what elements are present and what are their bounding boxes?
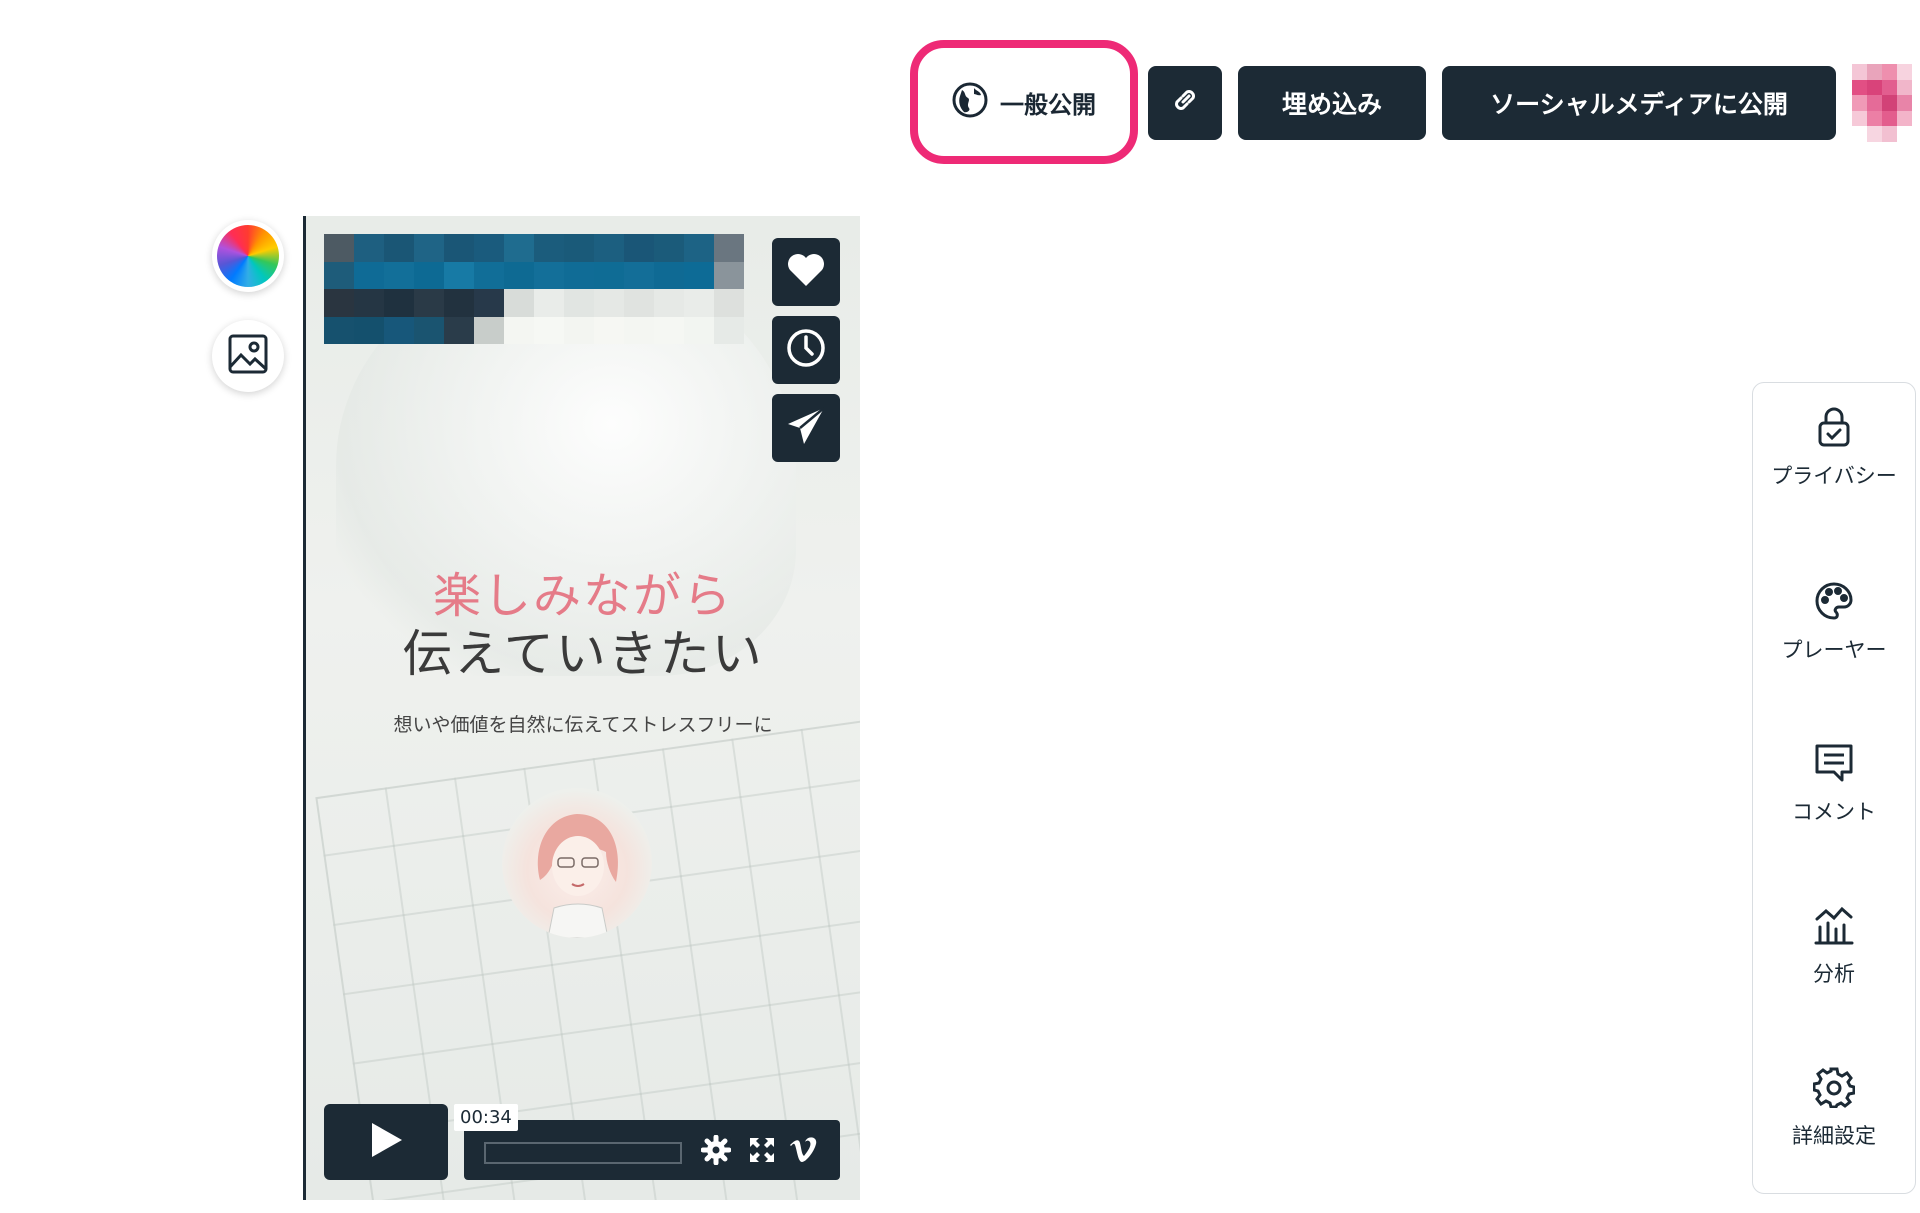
color-wheel-icon: [217, 225, 279, 287]
playback-time: 00:34: [454, 1104, 518, 1131]
illustrated-portrait: [502, 788, 652, 938]
color-picker-button[interactable]: [212, 220, 284, 292]
analytics-icon: [1753, 903, 1915, 947]
panel-item-analytics[interactable]: 分析: [1753, 903, 1915, 989]
side-tools: [212, 220, 284, 420]
watch-later-button[interactable]: [772, 316, 840, 384]
panel-label-analytics: 分析: [1813, 962, 1855, 986]
progress-bar[interactable]: [484, 1142, 682, 1164]
panel-item-player[interactable]: プレーヤー: [1753, 579, 1915, 665]
fullscreen-icon[interactable]: [746, 1134, 778, 1166]
video-player[interactable]: 楽しみながら 伝えていきたい 想いや価値を自然に伝えてストレスフリーに 00:3…: [306, 216, 860, 1200]
panel-label-privacy: プライバシー: [1771, 464, 1897, 488]
like-button[interactable]: [772, 238, 840, 306]
lock-icon: [1753, 405, 1915, 449]
blurred-video-title: [324, 234, 744, 344]
public-visibility-button[interactable]: 一般公開: [910, 40, 1138, 164]
video-subline: 想いや価値を自然に伝えてストレスフリーに: [393, 714, 773, 736]
play-button[interactable]: [324, 1104, 448, 1180]
paper-plane-icon: [786, 406, 826, 450]
public-visibility-label: 一般公開: [1000, 90, 1096, 119]
settings-panel: プライバシー プレーヤー コメント 分析 詳細設定: [1752, 382, 1916, 1194]
video-headline-dark: 伝えていきたい: [402, 625, 764, 683]
panel-item-comments[interactable]: コメント: [1753, 741, 1915, 827]
thumbnail-image-button[interactable]: [212, 320, 284, 392]
gear-icon: [1753, 1065, 1915, 1109]
clock-icon: [785, 327, 827, 373]
panel-item-advanced[interactable]: 詳細設定: [1753, 1065, 1915, 1151]
panel-label-comments: コメント: [1792, 800, 1876, 824]
comment-icon: [1753, 741, 1915, 785]
panel-label-advanced: 詳細設定: [1792, 1124, 1876, 1148]
copy-link-button[interactable]: [1148, 66, 1222, 140]
image-icon: [227, 333, 269, 379]
link-icon: [1169, 84, 1201, 122]
top-toolbar: 一般公開 埋め込み ソーシャルメディアに公開: [0, 40, 1920, 164]
vimeo-logo-icon[interactable]: [788, 1134, 820, 1166]
panel-item-privacy[interactable]: プライバシー: [1753, 405, 1915, 491]
palette-icon: [1753, 579, 1915, 623]
globe-icon: [952, 82, 988, 122]
settings-gear-icon[interactable]: [700, 1134, 732, 1166]
user-avatar[interactable]: [1852, 64, 1912, 142]
publish-social-button[interactable]: ソーシャルメディアに公開: [1442, 66, 1836, 140]
share-button[interactable]: [772, 394, 840, 462]
heart-icon: [786, 252, 826, 292]
play-icon: [366, 1120, 406, 1164]
player-control-bar: [464, 1120, 840, 1180]
panel-label-player: プレーヤー: [1781, 638, 1887, 662]
embed-button[interactable]: 埋め込み: [1238, 66, 1426, 140]
